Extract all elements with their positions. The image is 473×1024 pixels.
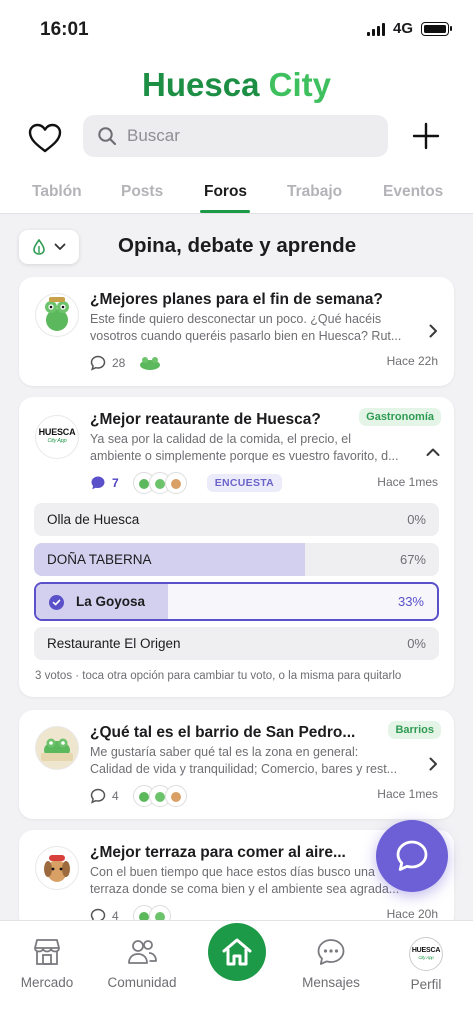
poll-option-pct: 0% <box>407 636 426 651</box>
poll-option[interactable]: DOÑA TABERNA 67% <box>34 543 439 576</box>
forum-card[interactable]: ¿Mejores planes para el fin de semana? E… <box>19 277 454 386</box>
comment-count: 7 <box>112 476 119 490</box>
add-plus-icon[interactable] <box>412 122 440 150</box>
comment-count: 4 <box>112 789 119 803</box>
forum-title: ¿Mejor terraza para comer al aire... <box>90 844 346 861</box>
search-bar[interactable] <box>83 115 388 157</box>
favorites-heart-icon[interactable] <box>27 120 63 156</box>
tab-bar: Tablón Posts Foros Trabajo Eventos <box>0 172 473 214</box>
nav-label: Comunidad <box>107 975 177 990</box>
poll-option[interactable]: Olla de Huesca 0% <box>34 503 439 536</box>
dog-avatar-icon <box>164 472 187 494</box>
poll-option-pct: 67% <box>399 552 426 567</box>
status-bar: 16:01 4G <box>0 0 473 56</box>
forum-time: Hace 20h <box>386 907 438 921</box>
bottom-navigation: Mercado Comunidad Mensajes HUESCA City Ap… <box>0 920 473 1024</box>
forum-meta: 7 ENCUESTA <box>90 472 283 494</box>
dog-avatar-icon <box>164 785 187 807</box>
poll-tag: ENCUESTA <box>206 474 283 492</box>
poll-option-label: Olla de Huesca <box>47 512 140 527</box>
app-header: Huesca City Tablón Posts Foros Trabajo E… <box>0 56 473 214</box>
tab-foros[interactable]: Foros <box>204 183 247 201</box>
dog-avatar-icon <box>35 846 79 890</box>
chevron-right-icon <box>429 324 437 338</box>
participant-avatars <box>139 352 162 374</box>
forum-excerpt: ambiente o simplemente porque es vuestro… <box>90 449 399 463</box>
nav-home-button[interactable] <box>208 923 266 981</box>
section-title: Opina, debate y aprende <box>118 234 357 257</box>
comment-count: 28 <box>112 356 126 370</box>
nav-label: Mensajes <box>302 975 360 990</box>
tab-eventos[interactable]: Eventos <box>383 183 443 201</box>
forum-excerpt: Me gustaría saber qué tal es la zona en … <box>90 745 359 759</box>
nav-label: Perfil <box>410 977 442 992</box>
signal-icon <box>366 22 385 36</box>
poll-option-pct: 0% <box>407 512 426 527</box>
check-icon <box>49 595 64 610</box>
forum-time: Hace 22h <box>386 354 438 368</box>
comment-icon <box>90 788 106 804</box>
forum-excerpt: Este finde quiero desconectar un poco. ¿… <box>90 312 382 326</box>
store-icon <box>34 939 60 965</box>
category-filter-button[interactable] <box>19 230 79 264</box>
forum-title: ¿Mejores planes para el fin de semana? <box>90 291 383 308</box>
huesca-logo-avatar: HUESCA City App <box>35 415 79 459</box>
status-indicators: 4G <box>366 20 452 37</box>
search-icon <box>98 127 117 146</box>
forum-time: Hace 1mes <box>377 787 438 801</box>
poll-option-label: La Goyosa <box>76 594 146 609</box>
frog-avatar-icon <box>139 352 162 374</box>
forum-title: ¿Mejor reataurante de Huesca? <box>90 411 321 428</box>
forum-card-poll[interactable]: HUESCA City App ¿Mejor reataurante de Hue… <box>19 397 454 697</box>
nav-comunidad[interactable]: Comunidad <box>97 937 187 990</box>
status-time: 16:01 <box>40 19 89 40</box>
tab-posts[interactable]: Posts <box>121 183 163 201</box>
forum-time: Hace 1mes <box>377 475 438 489</box>
forum-meta: 28 <box>90 352 162 374</box>
participant-avatars <box>132 785 187 807</box>
chevron-right-icon <box>429 757 437 771</box>
participant-avatars <box>132 472 187 494</box>
forum-excerpt: Ya sea por la calidad de la comida, el p… <box>90 432 352 446</box>
category-badge: Barrios <box>388 721 441 739</box>
new-chat-fab-button[interactable] <box>376 820 448 892</box>
community-icon <box>128 940 157 964</box>
poll-option-label: DOÑA TABERNA <box>47 552 152 567</box>
forum-excerpt: Calidad de vida y tranquilidad; Comercio… <box>90 762 398 776</box>
profile-avatar: HUESCA City App <box>409 937 443 971</box>
category-badge: Gastronomía <box>359 408 441 426</box>
tab-trabajo[interactable]: Trabajo <box>287 183 342 201</box>
nav-perfil[interactable]: HUESCA City App Perfil <box>381 937 471 992</box>
network-label: 4G <box>392 20 413 37</box>
tab-tablon[interactable]: Tablón <box>32 183 82 201</box>
leaf-icon <box>33 239 45 255</box>
forum-excerpt: Con el buen tiempo que hace estos días b… <box>90 865 375 879</box>
nav-label: Mercado <box>20 975 74 990</box>
poll-footer: 3 votos · toca otra opción para cambiar … <box>35 670 402 682</box>
poll-option[interactable]: Restaurante El Origen 0% <box>34 627 439 660</box>
nav-mercado[interactable]: Mercado <box>2 937 92 990</box>
chevron-down-icon <box>54 243 66 250</box>
messages-icon <box>317 939 345 965</box>
poll-option-label: Restaurante El Origen <box>47 636 181 651</box>
chevron-up-icon[interactable] <box>426 445 440 459</box>
poll-option-selected[interactable]: La Goyosa 33% <box>34 582 439 621</box>
home-icon <box>222 938 252 966</box>
forum-card[interactable]: ¿Qué tal es el barrio de San Pedro... Ba… <box>19 710 454 819</box>
forum-excerpt: vosotros cuando queréis pasarlo bien en … <box>90 329 402 343</box>
frog-avatar-icon <box>35 293 79 337</box>
forum-meta: 4 <box>90 785 187 807</box>
forum-excerpt: terraza donde se coma bien y el ambiente… <box>90 882 400 896</box>
chat-bubble-icon <box>396 840 428 871</box>
app-title: Huesca City <box>142 66 331 103</box>
search-input[interactable] <box>127 126 367 146</box>
nav-mensajes[interactable]: Mensajes <box>286 937 376 990</box>
active-tab-indicator <box>200 210 250 213</box>
comment-filled-icon <box>91 476 105 490</box>
frog-avatar-icon <box>35 726 79 770</box>
battery-icon <box>421 21 452 36</box>
forum-title: ¿Qué tal es el barrio de San Pedro... <box>90 724 356 741</box>
poll-option-pct: 33% <box>397 594 424 609</box>
comment-icon <box>90 355 106 371</box>
